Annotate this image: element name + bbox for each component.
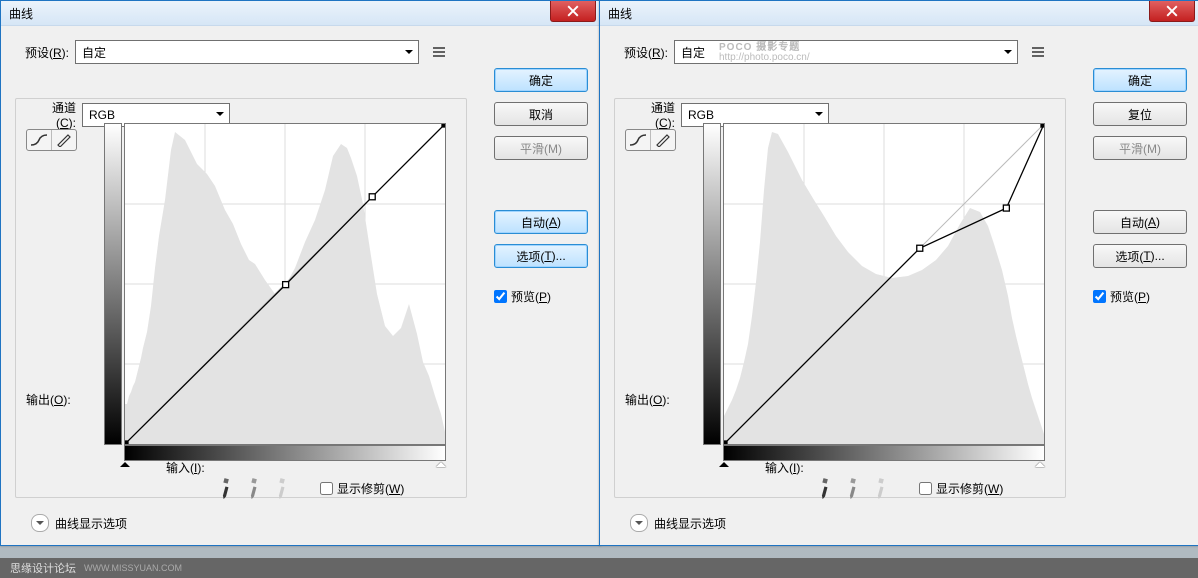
black-point-slider[interactable] (120, 457, 130, 467)
close-button[interactable] (1149, 1, 1195, 22)
input-label: 输入(I): (166, 459, 205, 476)
preview-check-input[interactable] (1093, 290, 1106, 303)
cancel-button[interactable]: 取消 (494, 102, 588, 126)
smooth-button[interactable]: 平滑(M) (494, 136, 588, 160)
black-point-slider[interactable] (719, 457, 729, 467)
channel-label: 通道(C): (38, 99, 76, 130)
window-title: 曲线 (1, 5, 33, 22)
footer-watermark: 思缘设计论坛WWW.MISSYUAN.COM (0, 558, 1198, 578)
options-button[interactable]: 选项(T)... (1093, 244, 1187, 268)
disclosure-label: 曲线显示选项 (654, 515, 726, 532)
input-gradient[interactable] (723, 445, 1045, 461)
curves-dialog-right: 曲线 预设(R): 自定 POCO 摄影专题http://photo.poco.… (599, 0, 1198, 546)
white-eyedropper-icon[interactable] (269, 476, 294, 501)
white-point-slider[interactable] (1035, 457, 1045, 467)
reset-button[interactable]: 复位 (1093, 102, 1187, 126)
curve-draw-tool-icon[interactable] (650, 130, 675, 150)
preset-menu-icon[interactable] (1028, 42, 1048, 62)
auto-button[interactable]: 自动(A) (1093, 210, 1187, 234)
chevron-down-icon (212, 107, 227, 122)
close-button[interactable] (550, 1, 596, 22)
curve-svg (724, 124, 1044, 444)
curves-fieldset: 通道(C): RGB 输出(O): 输入(I): (15, 98, 467, 498)
preset-label: 预设(R): (9, 44, 69, 61)
preset-value: 自定 (82, 44, 106, 61)
white-eyedropper-icon[interactable] (868, 476, 893, 501)
close-icon (1166, 5, 1178, 17)
curve-canvas[interactable] (124, 123, 446, 445)
chevron-down-icon (401, 44, 416, 59)
smooth-button[interactable]: 平滑(M) (1093, 136, 1187, 160)
gray-eyedropper-icon[interactable] (241, 476, 266, 501)
curve-display-options-disclosure[interactable]: 曲线显示选项 (630, 514, 726, 532)
black-eyedropper-icon[interactable] (213, 476, 238, 501)
window-title: 曲线 (600, 5, 632, 22)
show-clipping-checkbox[interactable]: 显示修剪(W) (919, 480, 1003, 497)
ok-button[interactable]: 确定 (494, 68, 588, 92)
curve-point-tool-icon[interactable] (626, 130, 650, 150)
curve-tool-toggle[interactable] (625, 129, 676, 151)
input-label: 输入(I): (765, 459, 804, 476)
curves-dialog-left: 曲线 预设(R): 自定 确定 取消 平滑(M) (0, 0, 601, 546)
preview-check-input[interactable] (494, 290, 507, 303)
curve-draw-tool-icon[interactable] (51, 130, 76, 150)
output-gradient (104, 123, 122, 445)
show-clipping-label: 显示修剪(W) (337, 480, 404, 497)
channel-label: 通道(C): (637, 99, 675, 130)
black-eyedropper-icon[interactable] (812, 476, 837, 501)
show-clipping-input[interactable] (919, 482, 932, 495)
curve-tool-toggle[interactable] (26, 129, 77, 151)
preset-select[interactable]: 自定 POCO 摄影专题http://photo.poco.cn/ (674, 40, 1018, 64)
white-point-slider[interactable] (436, 457, 446, 467)
title-bar[interactable]: 曲线 (600, 1, 1198, 26)
preview-label: 预览(P) (1110, 288, 1150, 305)
title-bar[interactable]: 曲线 (1, 1, 600, 26)
chevron-down-icon (811, 107, 826, 122)
show-clipping-input[interactable] (320, 482, 333, 495)
preview-checkbox[interactable]: 预览(P) (1093, 288, 1187, 305)
preset-select[interactable]: 自定 (75, 40, 419, 64)
output-label: 输出(O): (625, 391, 670, 408)
curves-fieldset: 通道(C): RGB 输出(O): 输入(I): (614, 98, 1066, 498)
channel-value: RGB (688, 108, 714, 122)
gray-eyedropper-icon[interactable] (840, 476, 865, 501)
input-gradient[interactable] (124, 445, 446, 461)
curve-canvas[interactable] (723, 123, 1045, 445)
curve-point-tool-icon[interactable] (27, 130, 51, 150)
preview-label: 预览(P) (511, 288, 551, 305)
chevron-down-icon (31, 514, 49, 532)
curve-svg (125, 124, 445, 444)
output-gradient (703, 123, 721, 445)
auto-button[interactable]: 自动(A) (494, 210, 588, 234)
preset-menu-icon[interactable] (429, 42, 449, 62)
preset-value: 自定 (681, 44, 705, 61)
ok-button[interactable]: 确定 (1093, 68, 1187, 92)
chevron-down-icon (1000, 44, 1015, 59)
poco-watermark: POCO 摄影专题http://photo.poco.cn/ (719, 43, 810, 63)
preset-label: 预设(R): (608, 44, 668, 61)
output-label: 输出(O): (26, 391, 71, 408)
close-icon (567, 5, 579, 17)
channel-value: RGB (89, 108, 115, 122)
disclosure-label: 曲线显示选项 (55, 515, 127, 532)
chevron-down-icon (630, 514, 648, 532)
show-clipping-label: 显示修剪(W) (936, 480, 1003, 497)
show-clipping-checkbox[interactable]: 显示修剪(W) (320, 480, 404, 497)
curve-display-options-disclosure[interactable]: 曲线显示选项 (31, 514, 127, 532)
options-button[interactable]: 选项(T)... (494, 244, 588, 268)
preview-checkbox[interactable]: 预览(P) (494, 288, 588, 305)
